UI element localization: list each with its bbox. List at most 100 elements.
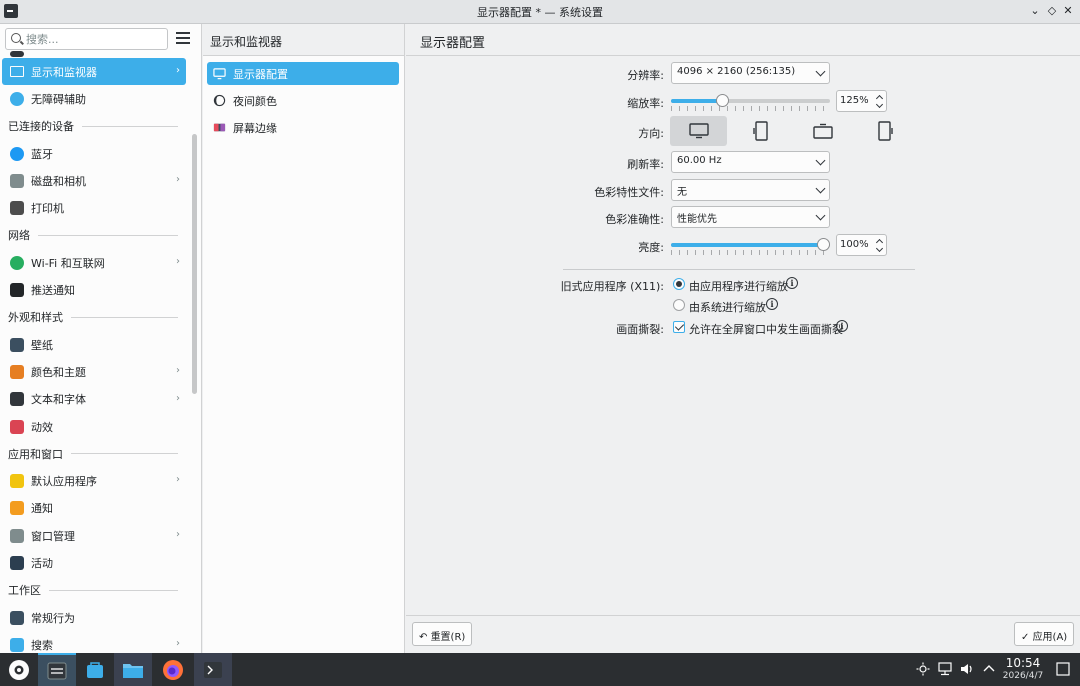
orientation-landscape-button[interactable] <box>670 116 727 146</box>
chevron-right-icon: › <box>176 174 180 186</box>
sidebar-item[interactable]: 蓝牙 <box>2 140 186 167</box>
slider-handle[interactable] <box>817 238 830 251</box>
spin-down-icon[interactable] <box>875 244 884 253</box>
sidebar-section-header: 应用和窗口 <box>0 440 178 467</box>
scale-by-app-label[interactable]: 由应用程序进行缩放 <box>689 278 788 294</box>
slider-ticks <box>671 250 830 255</box>
chevron-right-icon: › <box>176 392 180 404</box>
restore-icon[interactable]: ◇ <box>1044 3 1060 19</box>
sidebar-item-label: 文本和字体 <box>31 393 86 407</box>
minimize-icon[interactable]: ⌄ <box>1027 3 1043 19</box>
sidebar-item[interactable]: 无障碍辅助 <box>2 85 186 112</box>
close-icon[interactable]: ✕ <box>1060 3 1076 19</box>
sub-item-screen-edge[interactable]: 屏幕边缘 <box>207 116 399 139</box>
sidebar-section-header: 工作区 <box>0 577 178 604</box>
clock-time: 10:54 <box>1005 656 1041 670</box>
sidebar-item-label: 壁纸 <box>31 338 53 352</box>
chevron-right-icon: › <box>176 474 180 486</box>
color-profile-value: 无 <box>677 187 687 198</box>
sub-item-display-config[interactable]: 显示器配置 <box>207 62 399 85</box>
brightness-value: 100% <box>840 239 869 250</box>
info-icon[interactable]: i <box>836 320 848 332</box>
section-header-label: 已连接的设备 <box>8 120 74 134</box>
sidebar-item[interactable]: 搜索 › <box>2 631 186 653</box>
printer-icon <box>10 201 24 216</box>
push-icon <box>10 283 24 298</box>
chevron-right-icon: › <box>176 365 180 377</box>
sidebar-item-label: 无障碍辅助 <box>31 92 86 106</box>
sidebar-item[interactable]: 通知 <box>2 495 186 522</box>
sidebar-item[interactable]: 打印机 <box>2 194 186 221</box>
sidebar: 显示和监视器› 无障碍辅助已连接的设备蓝牙磁盘和相机 › 打印机网络 Wi-Fi 和互联… <box>0 24 202 653</box>
network-tray-icon[interactable] <box>938 662 952 676</box>
sidebar-nav: 显示和监视器 › 无障碍辅助已连接的设备蓝牙磁盘和相机 › 打印机网络 Wi-Fi 和互联… <box>0 50 192 653</box>
sidebar-item[interactable]: 默认应用程序 › <box>2 467 186 494</box>
tearing-label: 画面撕裂: <box>616 323 664 336</box>
scale-by-app-radio[interactable] <box>673 278 685 290</box>
sidebar-item-label: 默认应用程序 <box>31 475 97 489</box>
sidebar-item[interactable]: 推送通知 <box>2 276 186 303</box>
taskbar-file-manager[interactable] <box>114 653 152 686</box>
brightness-tray-icon[interactable] <box>916 662 930 676</box>
scale-by-system-label[interactable]: 由系统进行缩放 <box>689 299 766 315</box>
allow-tearing-checkbox[interactable] <box>673 321 685 333</box>
sidebar-item[interactable]: 动效 <box>2 413 186 440</box>
taskbar-store-app[interactable] <box>76 653 114 686</box>
sidebar-item[interactable]: 文本和字体 › <box>2 386 186 413</box>
taskbar-clock[interactable]: 10:54 2026/4/7 <box>998 656 1048 682</box>
spin-down-icon[interactable] <box>875 100 884 109</box>
search-input[interactable] <box>26 31 164 47</box>
sub-item-label: 屏幕边缘 <box>233 121 277 135</box>
orientation-flipped-button[interactable] <box>794 116 851 146</box>
taskbar-terminal[interactable] <box>194 653 232 686</box>
allow-tearing-label[interactable]: 允许在全屏窗口中发生画面撕裂 <box>689 321 843 337</box>
sidebar-scrollbar[interactable] <box>192 134 197 394</box>
chevron-down-icon <box>815 183 826 194</box>
checkmark-icon: ✓ <box>1021 632 1033 643</box>
slider-ticks <box>671 106 830 111</box>
section-header-label: 外观和样式 <box>8 311 63 325</box>
volume-tray-icon[interactable] <box>960 662 974 676</box>
color-accuracy-combo[interactable]: 性能优先 <box>671 206 830 228</box>
sidebar-item-label: 磁盘和相机 <box>31 174 86 188</box>
taskbar-firefox[interactable] <box>154 653 192 686</box>
scale-spinbox[interactable]: 125% <box>836 90 887 112</box>
section-header-label: 网络 <box>8 229 30 243</box>
sidebar-item-partial[interactable] <box>2 50 186 58</box>
sidebar-item[interactable]: 颜色和主题 › <box>2 358 186 385</box>
orientation-portrait-left-button[interactable] <box>732 116 789 146</box>
sidebar-item[interactable]: 活动 <box>2 549 186 576</box>
main-content: 显示器配置 分辨率: 4096 × 2160 (256:135) 缩放率: 12… <box>406 24 1080 653</box>
monitor-icon <box>10 66 24 78</box>
sidebar-item[interactable]: 壁纸 <box>2 331 186 358</box>
scale-by-system-radio[interactable] <box>673 299 685 311</box>
speaker-icon <box>10 51 24 57</box>
orientation-label: 方向: <box>638 127 664 140</box>
sidebar-item[interactable]: 显示和监视器 › <box>2 58 186 86</box>
launcher-gear-icon <box>9 659 29 680</box>
sub-item-night-color[interactable]: 夜间颜色 <box>207 89 399 112</box>
sidebar-item[interactable]: 磁盘和相机 › <box>2 167 186 194</box>
info-icon[interactable]: i <box>786 277 798 289</box>
color-profile-combo[interactable]: 无 <box>671 179 830 201</box>
monitor-landscape-icon <box>688 123 709 139</box>
apply-button[interactable]: ✓ 应用(A) <box>1014 622 1075 646</box>
expand-tray-icon[interactable] <box>982 662 996 676</box>
sidebar-item[interactable]: 窗口管理 › <box>2 522 186 549</box>
refresh-combo[interactable]: 60.00 Hz <box>671 151 830 173</box>
sidebar-item[interactable]: Wi-Fi 和互联网 › <box>2 249 186 276</box>
brightness-spinbox[interactable]: 100% <box>836 234 887 256</box>
orientation-portrait-right-button[interactable] <box>856 116 913 146</box>
reset-button[interactable]: ↶ 重置(R) <box>412 622 473 646</box>
search-icon <box>10 637 24 652</box>
info-icon[interactable]: i <box>766 298 778 310</box>
resolution-combo[interactable]: 4096 × 2160 (256:135) <box>671 62 830 84</box>
search-box[interactable] <box>5 28 168 50</box>
sidebar-item[interactable]: 常规行为 <box>2 604 186 631</box>
taskbar-settings-app[interactable] <box>38 653 76 686</box>
scale-slider[interactable] <box>671 90 830 112</box>
hamburger-menu-icon[interactable] <box>176 32 190 44</box>
show-desktop-icon[interactable] <box>1056 662 1070 676</box>
app-launcher-button[interactable] <box>0 653 38 686</box>
brightness-slider[interactable] <box>671 234 830 256</box>
